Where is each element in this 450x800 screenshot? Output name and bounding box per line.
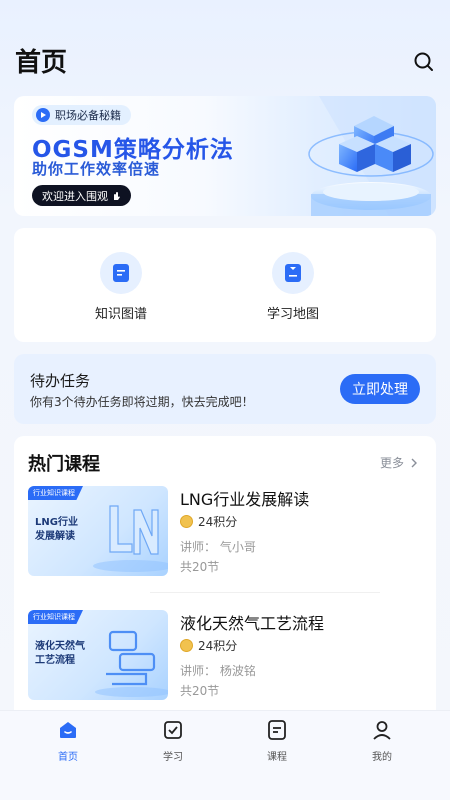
nav-label: 首页 bbox=[58, 752, 78, 763]
course-name: LNG行业发展解读 bbox=[180, 490, 310, 509]
divider bbox=[150, 592, 380, 593]
home-icon bbox=[60, 722, 76, 738]
coin-icon bbox=[180, 639, 193, 652]
course-thumbnail: 行业知识课程 LNG行业 发展解读 bbox=[28, 486, 168, 576]
course-lessons: 共20节 bbox=[180, 560, 220, 574]
banner-cta-button[interactable]: 欢迎进入围观 bbox=[32, 185, 131, 206]
chevron-right-icon bbox=[411, 458, 418, 467]
shortcut-panel: 知识图谱 学习地图 bbox=[14, 228, 436, 342]
nav-home[interactable]: 首页 bbox=[38, 719, 98, 763]
nav-study[interactable]: 学习 bbox=[143, 719, 203, 763]
course-icon bbox=[268, 720, 286, 740]
course-teacher: 讲师： 气小哥 bbox=[180, 540, 256, 554]
shortcut-icon-bg bbox=[272, 252, 314, 294]
handle-now-button[interactable]: 立即处理 bbox=[340, 374, 420, 404]
search-button[interactable] bbox=[412, 50, 436, 74]
banner-tag: 职场必备秘籍 bbox=[32, 105, 131, 125]
play-icon bbox=[36, 108, 50, 122]
course-card[interactable]: 行业知识课程 液化天然气 工艺流程 液化天然气工艺流程 24积分 讲师： 杨波铭… bbox=[28, 610, 422, 706]
study-icon bbox=[164, 721, 182, 739]
bottom-nav: 首页 学习 课程 我的 bbox=[0, 710, 450, 800]
section-title: 热门课程 bbox=[28, 454, 100, 475]
shortcut-label: 知识图谱 bbox=[94, 307, 147, 322]
shortcut-knowledge-graph[interactable]: 知识图谱 bbox=[66, 252, 176, 322]
nav-label: 学习 bbox=[163, 752, 183, 763]
lng-letters-illustration bbox=[93, 505, 168, 572]
profile-icon bbox=[373, 721, 391, 740]
shortcut-label: 学习地图 bbox=[266, 307, 319, 322]
banner-tag-label: 职场必备秘籍 bbox=[55, 109, 121, 122]
search-icon bbox=[414, 52, 433, 71]
course-name: 液化天然气工艺流程 bbox=[180, 614, 325, 633]
shortcut-icon-bg bbox=[100, 252, 142, 294]
nav-label: 我的 bbox=[372, 752, 392, 763]
shortcut-learning-map[interactable]: 学习地图 bbox=[238, 252, 348, 322]
banner-cta-label: 欢迎进入围观 bbox=[42, 189, 108, 203]
nav-label: 课程 bbox=[267, 752, 287, 763]
credits-label: 24积分 bbox=[198, 639, 238, 653]
course-teacher: 讲师： 杨波铭 bbox=[180, 664, 256, 678]
hot-courses-section: 热门课程 更多 行业知识课程 LNG行业 发展解读 LNG行业发展解读 24积分… bbox=[14, 436, 436, 726]
banner-subtitle: 助你工作效率倍速 bbox=[32, 160, 161, 178]
coin-icon bbox=[180, 515, 193, 528]
more-link[interactable]: 更多 bbox=[380, 454, 420, 471]
course-thumbnail: 行业知识课程 液化天然气 工艺流程 bbox=[28, 610, 168, 700]
nav-profile[interactable]: 我的 bbox=[352, 719, 412, 763]
course-credits: 24积分 bbox=[180, 513, 237, 530]
more-label: 更多 bbox=[380, 456, 405, 470]
learning-map-icon bbox=[285, 264, 301, 282]
credits-label: 24积分 bbox=[198, 515, 238, 529]
course-card[interactable]: 行业知识课程 LNG行业 发展解读 LNG行业发展解读 24积分 讲师： 气小哥… bbox=[28, 486, 422, 582]
todo-task-card: 待办任务 你有3个待办任务即将过期，快去完成吧！ 立即处理 bbox=[14, 354, 436, 424]
cube-illustration bbox=[308, 96, 436, 216]
course-credits: 24积分 bbox=[180, 637, 237, 654]
promo-banner[interactable]: 职场必备秘籍 OGSM策略分析法 助你工作效率倍速 欢迎进入围观 bbox=[14, 96, 436, 216]
nav-courses[interactable]: 课程 bbox=[247, 719, 307, 763]
hand-pointer-icon bbox=[114, 191, 120, 200]
pipeline-illustration bbox=[95, 630, 168, 697]
page-title: 首页 bbox=[15, 48, 68, 78]
task-description: 你有3个待办任务即将过期，快去完成吧！ bbox=[30, 395, 254, 409]
knowledge-graph-icon bbox=[113, 264, 129, 282]
course-lessons: 共20节 bbox=[180, 684, 220, 698]
task-title: 待办任务 bbox=[30, 372, 91, 390]
